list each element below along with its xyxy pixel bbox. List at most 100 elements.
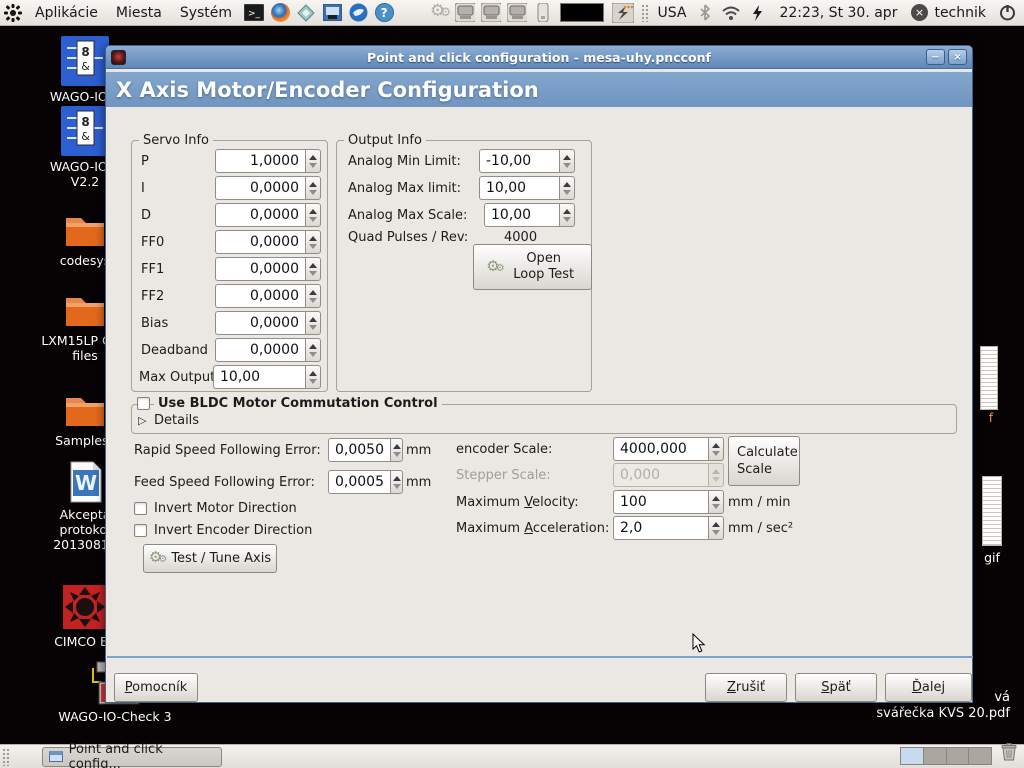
spin-buttons[interactable] [305,230,321,254]
feed-following-error-spinbox[interactable]: 0,0005 [328,470,403,494]
help-launcher-icon[interactable]: ? [374,3,394,23]
menu-places[interactable]: Miesta [107,0,171,26]
top-panel: Aplikácie Miesta Systém >_ ? ⚙⚙ USA 22:2… [0,0,1024,26]
invert-motor-checkbox[interactable] [134,502,147,515]
servo-maxoutput-spinbox[interactable]: 10,00 [213,365,321,389]
wifi-icon[interactable] [721,3,741,23]
rapid-following-error-unit: mm [406,443,431,458]
open-loop-test-button[interactable]: ⚙⚙ Open Loop Test [473,244,592,290]
image-thumbnail-icon[interactable] [982,476,1002,546]
gears-icon: ⚙⚙ [149,551,167,566]
bluetooth-icon[interactable] [695,3,715,23]
taskbar-grip[interactable] [2,748,9,766]
next-button[interactable]: Ďalej [885,673,972,702]
spin-buttons[interactable] [390,470,403,494]
spin-buttons[interactable] [305,284,321,308]
close-button[interactable]: × [948,49,967,65]
feed-following-error-label: Feed Speed Following Error: [134,475,315,490]
window-titlebar[interactable]: Point and click configuration - mesa-uhy… [106,46,972,69]
drive-mount-icon[interactable] [455,3,475,23]
servo-deadband-spinbox[interactable]: 0,0000 [215,338,321,362]
spin-buttons[interactable] [305,338,321,362]
task-button-pncconf[interactable]: Point and click config... [42,747,222,767]
tray-grip[interactable] [641,4,648,22]
cancel-button[interactable]: Zrušiť [705,673,787,702]
firefox-launcher-icon[interactable] [270,3,290,23]
back-button[interactable]: Späť [795,673,877,702]
usb-stick-icon[interactable] [533,3,553,23]
spin-buttons[interactable] [708,516,724,540]
details-expander-label[interactable]: Details [154,413,199,428]
spin-buttons[interactable] [559,149,575,173]
maximum-acceleration-unit: mm / sec² [728,521,793,536]
maximum-velocity-spinbox[interactable]: 100 [613,490,724,514]
thunderbird-launcher-icon[interactable] [348,3,368,23]
shutdown-icon[interactable] [997,3,1017,23]
workspace-4[interactable] [969,748,991,764]
keyboard-layout-indicator[interactable]: USA [651,0,692,26]
maximum-velocity-unit: mm / min [728,495,791,510]
bldc-checkbox[interactable] [137,397,150,410]
user-status-icon[interactable]: × [909,3,929,23]
spin-buttons[interactable] [390,438,403,462]
screenshot-launcher-icon[interactable] [322,3,342,23]
workspace-3[interactable] [947,748,970,764]
terminal-launcher-icon[interactable]: >_ [244,3,264,23]
analog-min-limit-spinbox[interactable]: -10,00 [479,149,575,173]
invert-encoder-label[interactable]: Invert Encoder Direction [154,523,312,538]
calculate-scale-button[interactable]: Calculate Scale [728,436,800,486]
spin-buttons[interactable] [305,311,321,335]
workspace-1[interactable] [901,748,924,764]
page-title: X Axis Motor/Encoder Configuration [116,78,539,102]
menu-system[interactable]: Systém [171,0,241,26]
menu-applications[interactable]: Aplikácie [26,0,107,26]
test-tune-axis-button[interactable]: ⚙⚙ Test / Tune Axis [143,544,277,573]
dia-launcher-icon[interactable] [296,3,316,23]
servo-ff2-spinbox[interactable]: 0,0000 [215,284,321,308]
workspace-2[interactable] [924,748,947,764]
spin-buttons[interactable] [559,176,575,200]
minimize-button[interactable]: − [926,49,945,65]
servo-ff1-spinbox[interactable]: 0,0000 [215,257,321,281]
spin-buttons[interactable] [708,437,724,461]
servo-d-spinbox[interactable]: 0,0000 [215,203,321,227]
clock[interactable]: 22:23, St 30. apr [770,0,906,26]
servo-i-spinbox[interactable]: 0,0000 [215,176,321,200]
spin-buttons[interactable] [559,203,575,227]
servo-p-spinbox[interactable]: 1,0000 [215,149,321,173]
maximum-acceleration-spinbox[interactable]: 2,0 [613,516,724,540]
image-thumbnail-icon[interactable] [980,346,998,410]
drive-mount-icon[interactable] [481,3,501,23]
spin-buttons[interactable] [305,176,321,200]
svg-text:8: 8 [81,45,89,59]
analog-max-limit-label: Analog Max limit: [348,181,461,196]
spin-buttons[interactable] [708,490,724,514]
quad-pulses-value: 4000 [504,230,537,245]
applications-menu-icon[interactable] [3,3,23,23]
invert-encoder-checkbox[interactable] [134,524,147,537]
help-button[interactable]: Pomocník [114,673,198,702]
drive-mount-icon[interactable] [507,3,527,23]
details-expander-arrow[interactable]: ▷ [138,414,146,427]
app-tray-icon[interactable] [611,3,635,23]
spin-buttons[interactable] [305,365,321,389]
workspace-switcher[interactable] [900,747,992,765]
spin-buttons[interactable] [305,149,321,173]
user-menu[interactable]: technik [932,0,994,26]
analog-max-scale-spinbox[interactable]: 10,00 [484,203,575,227]
spin-buttons[interactable] [305,257,321,281]
rapid-following-error-spinbox[interactable]: 0,0050 [328,438,403,462]
power-status-icon[interactable] [747,3,767,23]
window-task-icon [49,751,63,762]
analog-max-limit-spinbox[interactable]: 10,00 [479,176,575,200]
servo-ff0-spinbox[interactable]: 0,0000 [215,230,321,254]
servo-bias-spinbox[interactable]: 0,0000 [215,311,321,335]
bldc-checkbox-label[interactable]: Use BLDC Motor Commutation Control [154,396,442,411]
bottom-taskbar: Point and click config... [0,744,1024,768]
stepper-scale-label: Stepper Scale: [456,468,551,483]
display-tray-icon[interactable] [559,3,605,23]
trash-icon[interactable] [998,742,1020,766]
spin-buttons[interactable] [305,203,321,227]
encoder-scale-spinbox[interactable]: 4000,000 [613,437,724,461]
invert-motor-label[interactable]: Invert Motor Direction [154,501,297,516]
